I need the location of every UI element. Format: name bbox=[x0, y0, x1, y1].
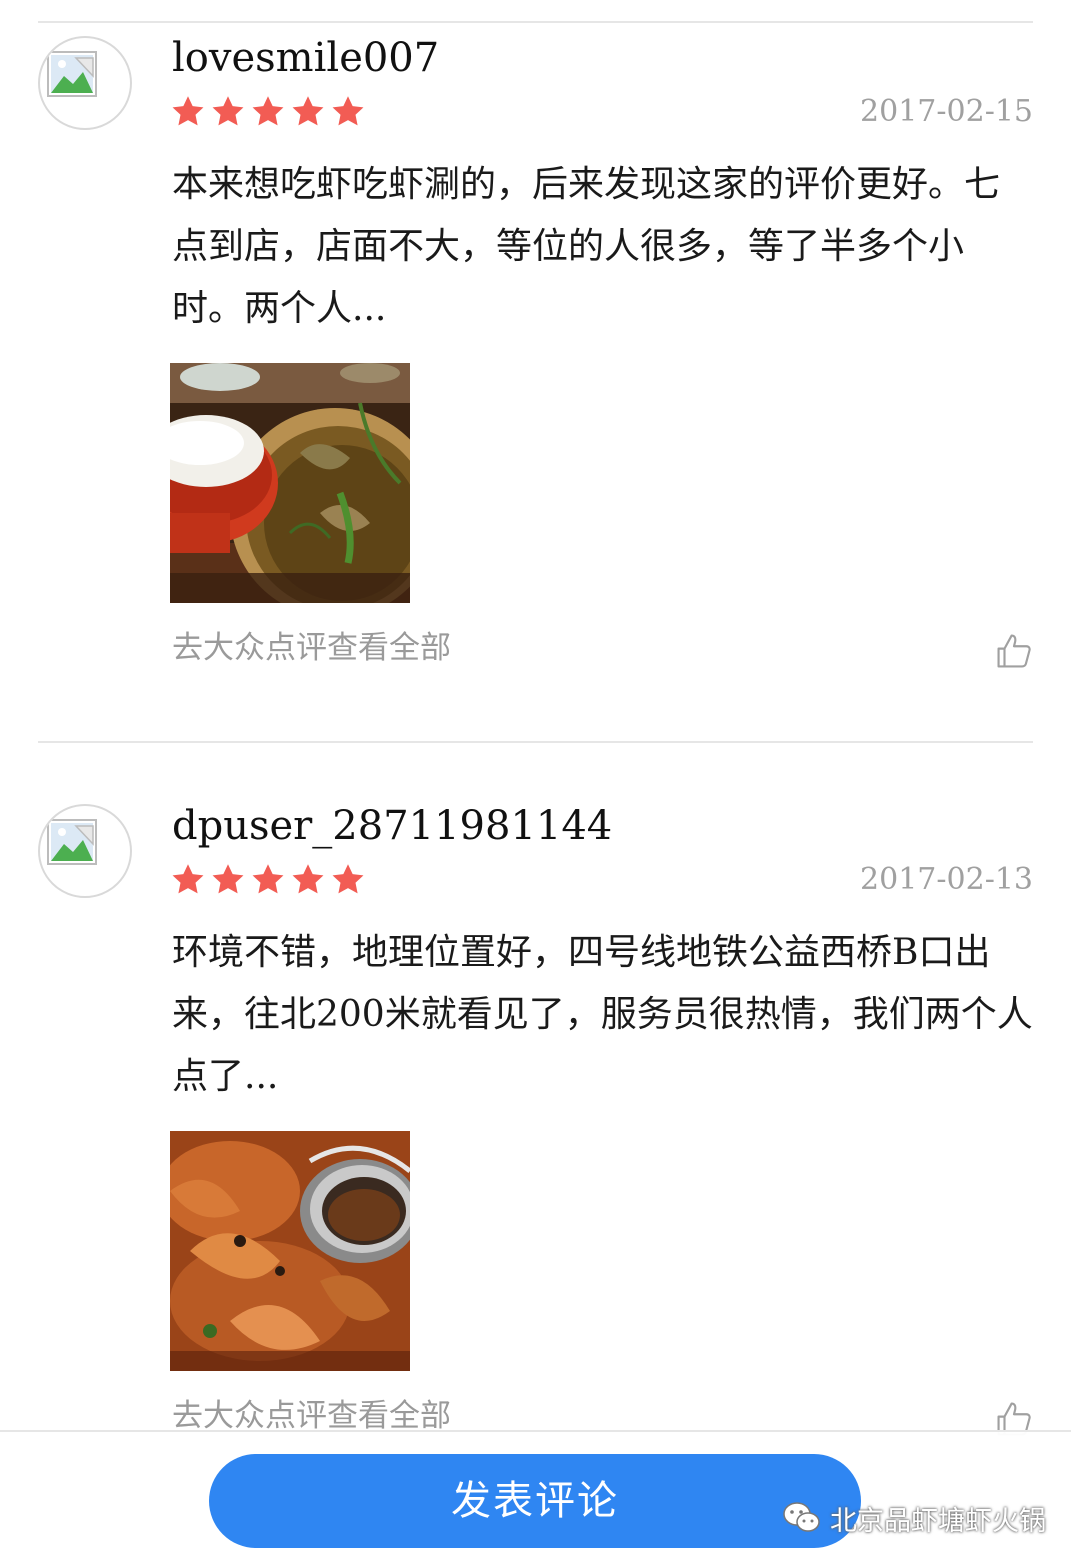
post-review-button[interactable]: 发表评论 bbox=[209, 1454, 861, 1548]
star-rating bbox=[170, 862, 366, 902]
broken-image-icon bbox=[47, 51, 97, 97]
review-photo[interactable] bbox=[170, 1131, 410, 1371]
wechat-icon bbox=[783, 1502, 820, 1532]
star-icon bbox=[212, 96, 244, 126]
watermark-text: 北京品虾塘虾火锅 bbox=[830, 1505, 1046, 1537]
thumbs-up-icon[interactable] bbox=[995, 632, 1033, 670]
username: dpuser_28711981144 bbox=[172, 803, 613, 849]
star-icon bbox=[292, 864, 324, 894]
review-photo[interactable] bbox=[170, 363, 410, 603]
review-divider bbox=[38, 741, 1033, 743]
star-icon bbox=[212, 864, 244, 894]
avatar[interactable] bbox=[38, 36, 132, 130]
review-date: 2017-02-15 bbox=[860, 94, 1033, 129]
username: lovesmile007 bbox=[172, 35, 440, 81]
food-photo-rice-and-hotpot bbox=[170, 363, 410, 603]
star-rating bbox=[170, 94, 366, 134]
star-icon bbox=[332, 864, 364, 894]
top-divider bbox=[38, 21, 1033, 23]
view-all-link[interactable]: 去大众点评查看全部 bbox=[172, 628, 451, 668]
review-text: 本来想吃虾吃虾涮的，后来发现这家的评价更好。七点到店，店面不大，等位的人很多，等… bbox=[172, 164, 1001, 329]
star-icon bbox=[332, 96, 364, 126]
review-list-page: lovesmile007 2017-02-15 本来想吃虾吃虾涮的，后来发现这家… bbox=[0, 0, 1071, 1562]
star-icon bbox=[172, 96, 204, 126]
food-photo-shrimp-hotpot bbox=[170, 1131, 410, 1371]
review-text: 环境不错，地理位置好，四号线地铁公益西桥B口出来，往北200米就看见了，服务员很… bbox=[172, 932, 1033, 1097]
star-icon bbox=[172, 864, 204, 894]
star-icon bbox=[252, 864, 284, 894]
avatar[interactable] bbox=[38, 804, 132, 898]
star-icon bbox=[292, 96, 324, 126]
watermark: 北京品虾塘虾火锅 bbox=[782, 1498, 1046, 1538]
review-date: 2017-02-13 bbox=[860, 862, 1033, 897]
broken-image-icon bbox=[47, 819, 97, 865]
bottom-action-bar: 发表评论 北京品虾塘虾火锅 bbox=[0, 1430, 1071, 1562]
star-icon bbox=[252, 96, 284, 126]
